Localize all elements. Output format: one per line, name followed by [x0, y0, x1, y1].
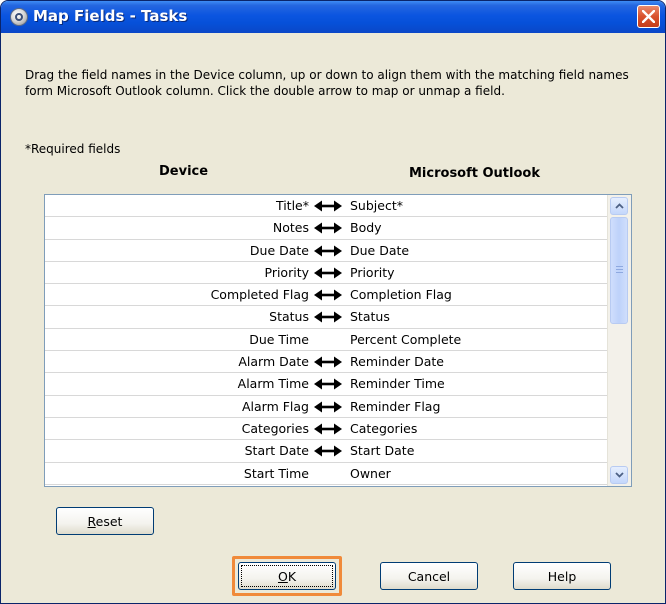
mapping-row[interactable]: Due Time Percent Complete	[45, 329, 608, 352]
device-field-name[interactable]: Notes	[273, 220, 309, 235]
double-arrow-icon[interactable]	[313, 244, 343, 258]
close-button[interactable]	[637, 5, 660, 28]
mapping-row[interactable]: Alarm Time Reminder Time	[45, 373, 608, 396]
ok-button[interactable]: OK	[238, 562, 336, 590]
outlook-field-name: Body	[350, 220, 382, 236]
scrollbar-grip	[616, 266, 623, 275]
chevron-down-icon	[615, 472, 624, 478]
double-arrow-icon[interactable]	[313, 333, 343, 347]
field-mapping-list[interactable]: Title* Subject* Notes Body Due Date Due Date P…	[44, 194, 632, 487]
mapping-row[interactable]: Notes Body	[45, 217, 608, 240]
mapping-row[interactable]: Title* Subject*	[45, 195, 608, 218]
outlook-field-name: Categories	[350, 420, 418, 436]
outlook-field-name: Subject*	[350, 198, 403, 213]
map-fields-dialog: Map Fields - Tasks Drag the field names …	[0, 0, 666, 604]
double-arrow-icon[interactable]	[313, 377, 343, 391]
mapping-row[interactable]: Status Status	[45, 306, 608, 329]
double-arrow-icon[interactable]	[313, 355, 343, 369]
outlook-column-header: Microsoft Outlook	[409, 166, 540, 181]
device-field-name[interactable]: Alarm Time	[238, 376, 309, 391]
outlook-field-name: Status	[350, 309, 390, 325]
mapping-row[interactable]: Alarm Flag Reminder Flag	[45, 396, 608, 418]
device-field-name[interactable]: Alarm Date	[238, 354, 309, 369]
required-fields-note: *Required fields	[25, 142, 121, 156]
device-field-name[interactable]: Status	[269, 309, 309, 324]
double-arrow-icon[interactable]	[313, 400, 343, 414]
mapping-row[interactable]: Alarm Date Reminder Date	[45, 351, 608, 374]
device-field-name[interactable]: Due Date	[250, 243, 309, 258]
instructions-text: Drag the field names in the Device colum…	[25, 68, 629, 98]
scroll-up-button[interactable]	[610, 197, 628, 215]
device-field-name[interactable]: Priority	[265, 265, 310, 280]
device-field-name[interactable]: Title*	[276, 198, 309, 213]
outlook-field-name: Reminder Flag	[350, 398, 441, 414]
scrollbar-thumb[interactable]	[610, 217, 628, 324]
mapping-row[interactable]: Start Date Start Date	[45, 440, 608, 463]
outlook-field-name: Priority	[350, 264, 395, 280]
device-field-name[interactable]: Start Time	[244, 466, 309, 481]
field-mapping-rows: Title* Subject* Notes Body Due Date Due Date P…	[45, 195, 608, 485]
outlook-field-name: Reminder Time	[350, 376, 445, 392]
double-arrow-icon[interactable]	[313, 266, 343, 280]
mapping-row[interactable]: Start Time Owner	[45, 463, 608, 485]
title-bar[interactable]: Map Fields - Tasks	[1, 1, 665, 33]
device-field-name[interactable]: Due Time	[249, 332, 309, 347]
close-icon	[642, 10, 655, 23]
ok-mnemonic: O	[277, 569, 288, 584]
ok-label-rest: K	[287, 569, 297, 584]
device-column-header: Device	[159, 164, 209, 179]
device-field-name[interactable]: Categories	[242, 421, 309, 436]
mapping-row[interactable]: Due Date Due Date	[45, 240, 608, 262]
help-button[interactable]: Help	[513, 562, 611, 590]
mapping-row[interactable]: Completed Flag Completion Flag	[45, 284, 608, 307]
outlook-field-name: Reminder Date	[350, 354, 445, 370]
outlook-field-name: Due Date	[350, 242, 410, 258]
double-arrow-icon[interactable]	[313, 288, 343, 302]
double-arrow-icon[interactable]	[313, 221, 343, 235]
mapping-row[interactable]: Priority Priority	[45, 262, 608, 285]
double-arrow-icon[interactable]	[313, 422, 343, 436]
outlook-field-name: Completion Flag	[350, 287, 452, 303]
device-field-name[interactable]: Completed Flag	[211, 287, 309, 302]
chevron-up-icon	[615, 203, 624, 209]
double-arrow-icon[interactable]	[313, 310, 343, 324]
double-arrow-icon[interactable]	[313, 467, 343, 481]
vertical-scrollbar[interactable]	[607, 195, 631, 486]
app-icon	[10, 8, 28, 26]
cancel-button[interactable]: Cancel	[380, 562, 478, 590]
double-arrow-icon[interactable]	[313, 444, 343, 458]
reset-mnemonic: R	[87, 514, 96, 529]
device-field-name[interactable]: Alarm Flag	[242, 399, 309, 414]
outlook-field-name: Percent Complete	[350, 331, 462, 347]
mapping-row[interactable]: Categories Categories	[45, 418, 608, 441]
window-title: Map Fields - Tasks	[33, 7, 188, 25]
double-arrow-icon[interactable]	[313, 199, 343, 213]
scroll-down-button[interactable]	[610, 466, 628, 484]
outlook-field-name: Start Date	[350, 443, 415, 459]
reset-label-rest: eset	[95, 514, 123, 529]
reset-button[interactable]: Reset	[56, 507, 154, 535]
device-field-name[interactable]: Start Date	[245, 443, 309, 458]
outlook-field-name: Owner	[350, 465, 391, 481]
